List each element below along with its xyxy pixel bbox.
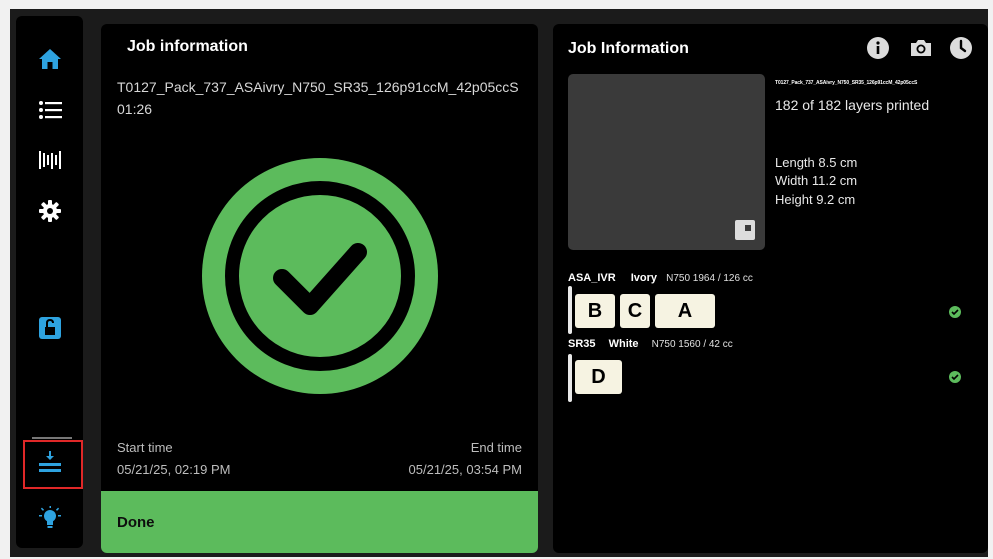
material-color: Ivory <box>630 272 658 284</box>
nav-home-button[interactable] <box>16 39 83 79</box>
selection-highlight <box>23 440 83 489</box>
nav-settings-button[interactable] <box>16 191 83 231</box>
start-time-label: Start time <box>117 440 173 455</box>
material-cartridge-icon <box>38 151 61 169</box>
end-time-label: End time <box>470 440 522 455</box>
material-ok-icon <box>949 371 961 383</box>
job-width: Width 11.2 cm <box>775 173 858 188</box>
material-color: White <box>608 338 639 350</box>
job-height: Height 9.2 cm <box>775 192 856 207</box>
job-preview-thumbnail <box>568 74 765 250</box>
camera-icon <box>911 40 931 56</box>
material-row: SR35 White N750 1560 / 42 cc <box>568 338 733 350</box>
material-bar <box>568 286 572 334</box>
material-bar <box>568 354 572 402</box>
clock-icon <box>950 37 972 59</box>
info-icon <box>867 37 889 59</box>
sidebar-divider <box>32 437 72 439</box>
lightbulb-icon <box>38 506 61 528</box>
panel-title: Job information <box>127 38 248 55</box>
job-summary-panel: Job information T0127_Pack_737_ASAivry_N… <box>101 24 538 553</box>
nav-materials-button[interactable] <box>16 140 83 180</box>
cartridge-slot: A <box>655 294 715 328</box>
start-time-value: 05/21/25, 02:19 PM <box>117 462 231 477</box>
panel-title: Job Information <box>568 40 689 57</box>
history-button[interactable] <box>949 36 973 60</box>
cartridge-slot: C <box>620 294 650 328</box>
job-name-small: T0127_Pack_737_ASAivry_N750_SR35_126p91c… <box>775 80 918 86</box>
job-name: T0127_Pack_737_ASAivry_N750_SR35_126p91c… <box>117 79 519 95</box>
expand-preview-icon[interactable] <box>735 220 755 240</box>
unlock-icon <box>38 317 61 339</box>
material-name: SR35 <box>568 338 596 350</box>
list-icon <box>38 101 62 119</box>
layers-printed: 182 of 182 layers printed <box>775 97 930 113</box>
home-icon <box>38 49 61 69</box>
nav-lock-button[interactable] <box>16 308 83 348</box>
material-quantity: N750 1964 / 126 cc <box>666 273 753 284</box>
material-quantity: N750 1560 / 42 cc <box>651 339 733 350</box>
end-time-value: 05/21/25, 03:54 PM <box>408 462 522 477</box>
material-row: ASA_IVR Ivory N750 1964 / 126 cc <box>568 272 753 284</box>
nav-light-button[interactable] <box>16 499 83 539</box>
job-information-panel: Job Information T0127_Pack_737_ASAivry_N… <box>553 24 988 553</box>
done-button[interactable]: Done <box>101 491 538 553</box>
cartridge-slot: B <box>575 294 615 328</box>
job-length: Length 8.5 cm <box>775 155 858 170</box>
material-name: ASA_IVR <box>568 272 616 284</box>
nav-jobs-button[interactable] <box>16 90 83 130</box>
success-check-icon <box>202 158 438 394</box>
cartridge-slot: D <box>575 360 622 394</box>
camera-button[interactable] <box>909 36 933 60</box>
info-button[interactable] <box>866 36 890 60</box>
job-duration: 01:26 <box>117 101 153 117</box>
gear-icon <box>38 200 61 222</box>
material-ok-icon <box>949 306 961 318</box>
